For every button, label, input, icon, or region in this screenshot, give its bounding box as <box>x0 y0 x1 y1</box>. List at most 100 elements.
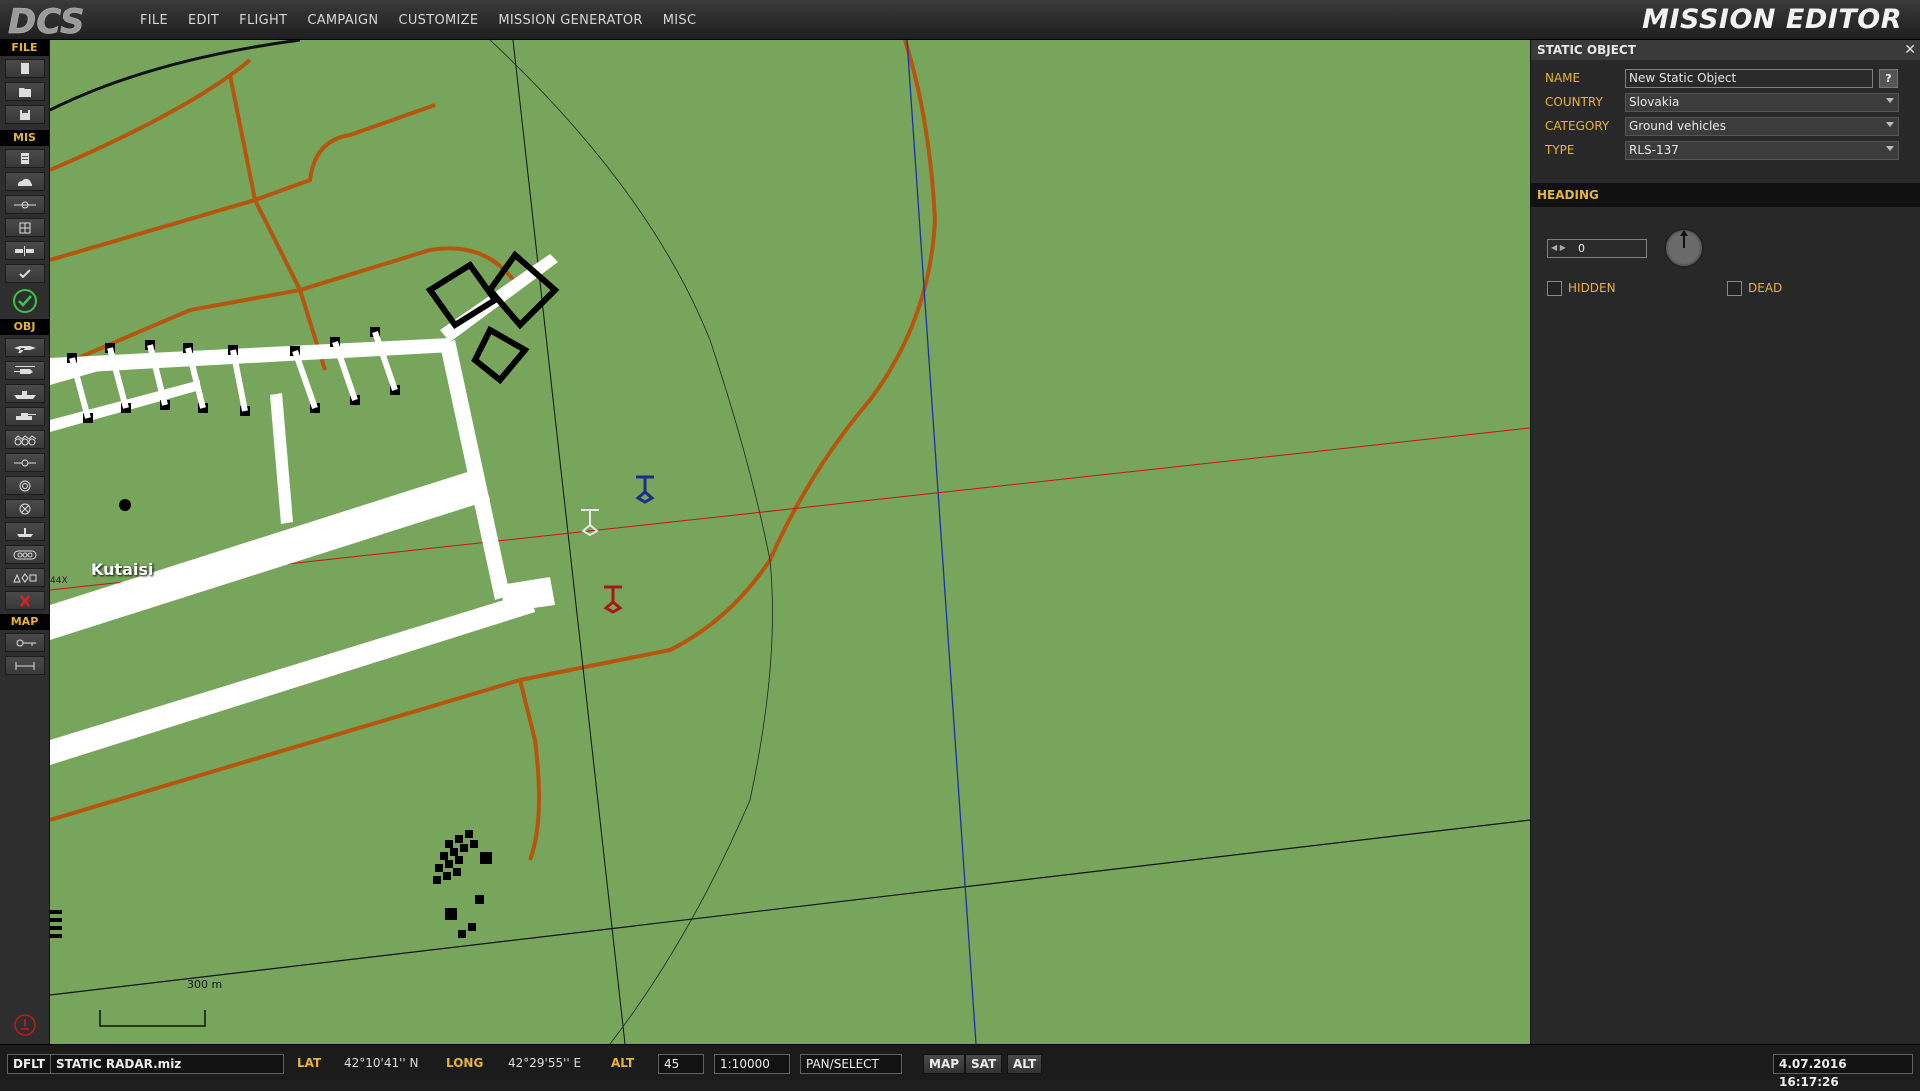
exit-icon <box>14 1014 36 1036</box>
menu-mission-generator[interactable]: MISSION GENERATOR <box>488 13 652 28</box>
static-object-panel: STATIC OBJECT ✕ NAME New Static Object ?… <box>1530 40 1920 1044</box>
toolbar-section-mis: MIS <box>0 130 49 146</box>
save-mission-icon <box>19 109 30 120</box>
exit-button[interactable] <box>12 1012 38 1042</box>
building-cluster <box>50 830 492 938</box>
map-scale-field[interactable]: 1:10000 <box>714 1054 790 1074</box>
roads <box>50 40 938 861</box>
heading-dial[interactable] <box>1663 227 1705 269</box>
add-group-button[interactable] <box>4 545 45 564</box>
toolbar-section-obj: OBJ <box>0 319 49 335</box>
map-options-button[interactable] <box>4 633 45 652</box>
delete-button[interactable] <box>4 591 45 610</box>
country-row: COUNTRY Slovakia <box>1545 93 1915 113</box>
category-select[interactable]: Ground vehicles <box>1625 117 1899 136</box>
check-button[interactable] <box>4 264 45 283</box>
app-title: MISSION EDITOR <box>1642 4 1902 35</box>
static-object-icon <box>19 480 30 491</box>
map-view-button[interactable]: MAP <box>923 1054 966 1074</box>
mission-datetime: 4.07.2016 16:17:26 <box>1773 1054 1913 1089</box>
airfield-label: Kutaisi <box>91 560 154 579</box>
runway-code-label: 44X <box>50 576 68 586</box>
dead-checkbox[interactable] <box>1727 280 1742 296</box>
weather-icon <box>17 178 32 186</box>
menu-flight[interactable]: FLIGHT <box>229 13 297 28</box>
mission-ok-indicator <box>0 287 50 315</box>
add-waypoint-button[interactable] <box>4 453 45 472</box>
spin-arrows-icon[interactable]: ◀ ▶ <box>1551 243 1566 252</box>
briefing-button[interactable] <box>4 149 45 168</box>
delete-icon <box>19 594 30 607</box>
hidden-checkbox-row: HIDDEN <box>1547 280 1616 296</box>
dead-label: DEAD <box>1748 281 1783 295</box>
sat-view-button[interactable]: SAT <box>965 1054 1003 1074</box>
ground-vehicle-icon <box>15 412 36 420</box>
mission-filename: STATIC RADAR.miz <box>50 1054 284 1074</box>
close-icon[interactable]: ✕ <box>1904 40 1916 60</box>
new-mission-icon <box>20 62 29 74</box>
lat-label: LAT <box>297 1056 322 1070</box>
static-radar-unit-blue <box>635 475 655 504</box>
menu-misc[interactable]: MISC <box>653 13 707 28</box>
add-convoy-button[interactable] <box>4 430 45 449</box>
ship-icon <box>13 390 36 399</box>
alt-view-button[interactable]: ALT <box>1007 1054 1043 1074</box>
heading-section-header: HEADING <box>1531 183 1920 207</box>
menu-edit[interactable]: EDIT <box>178 13 229 28</box>
type-select[interactable]: RLS-137 <box>1625 141 1899 160</box>
add-static-object-button[interactable] <box>4 476 45 495</box>
dcs-logo: DCS <box>8 3 85 37</box>
help-button[interactable]: ? <box>1879 69 1898 88</box>
group-icon <box>13 550 36 559</box>
main-menu: FILE EDIT FLIGHT CAMPAIGN CUSTOMIZE MISS… <box>130 0 706 40</box>
open-mission-icon <box>18 87 31 97</box>
menu-file[interactable]: FILE <box>130 13 178 28</box>
svg-text:DCS: DCS <box>8 3 84 37</box>
category-label: CATEGORY <box>1545 119 1610 133</box>
goals-button[interactable] <box>4 241 45 260</box>
scale-bar <box>99 1010 206 1027</box>
add-shapes-button[interactable] <box>4 568 45 587</box>
add-aircraft-button[interactable] <box>4 338 45 357</box>
briefing-icon <box>20 152 29 164</box>
static-radar-unit-red <box>603 585 623 614</box>
menu-campaign[interactable]: CAMPAIGN <box>297 13 388 28</box>
add-fortification-button[interactable] <box>4 499 45 518</box>
new-mission-button[interactable] <box>4 59 45 78</box>
panel-title: STATIC OBJECT <box>1537 43 1636 57</box>
helicopter-icon <box>13 365 35 374</box>
save-mission-button[interactable] <box>4 105 45 124</box>
open-mission-button[interactable] <box>4 82 45 101</box>
weather-button[interactable] <box>4 172 45 191</box>
toolbar-section-file: FILE <box>0 40 49 56</box>
name-field[interactable]: New Static Object <box>1625 69 1873 88</box>
preset-button[interactable]: DFLT <box>7 1054 52 1074</box>
resources-button[interactable] <box>4 218 45 237</box>
hidden-checkbox[interactable] <box>1547 280 1562 296</box>
add-ground-vehicle-button[interactable] <box>4 407 45 426</box>
lat-value: 42°10'41'' N <box>344 1056 419 1070</box>
add-naval-static-button[interactable] <box>4 522 45 541</box>
shapes-icon <box>12 572 36 583</box>
dead-checkbox-row: DEAD <box>1727 280 1782 296</box>
status-bar: DFLT STATIC RADAR.miz LAT 42°10'41'' N L… <box>0 1044 1920 1089</box>
check-circle-icon <box>13 289 37 313</box>
type-value: RLS-137 <box>1629 143 1679 157</box>
mode-field[interactable]: PAN/SELECT <box>800 1054 902 1074</box>
map-options-icon <box>16 639 36 646</box>
mission-map[interactable]: Kutaisi 44X 300 m <box>50 40 1530 1044</box>
chevron-down-icon <box>1886 146 1894 151</box>
country-select[interactable]: Slovakia <box>1625 93 1899 112</box>
country-label: COUNTRY <box>1545 95 1603 109</box>
menu-customize[interactable]: CUSTOMIZE <box>388 13 488 28</box>
convoy-icon <box>14 434 36 445</box>
map-canvas[interactable] <box>50 40 1530 1044</box>
fortification-icon <box>19 503 30 514</box>
hidden-label: HIDDEN <box>1568 281 1616 295</box>
alt-label: ALT <box>611 1056 635 1070</box>
add-helicopter-button[interactable] <box>4 361 45 380</box>
triggers-button[interactable] <box>4 195 45 214</box>
add-ship-button[interactable] <box>4 384 45 403</box>
triggers-icon <box>13 201 36 208</box>
ruler-button[interactable] <box>4 656 45 675</box>
